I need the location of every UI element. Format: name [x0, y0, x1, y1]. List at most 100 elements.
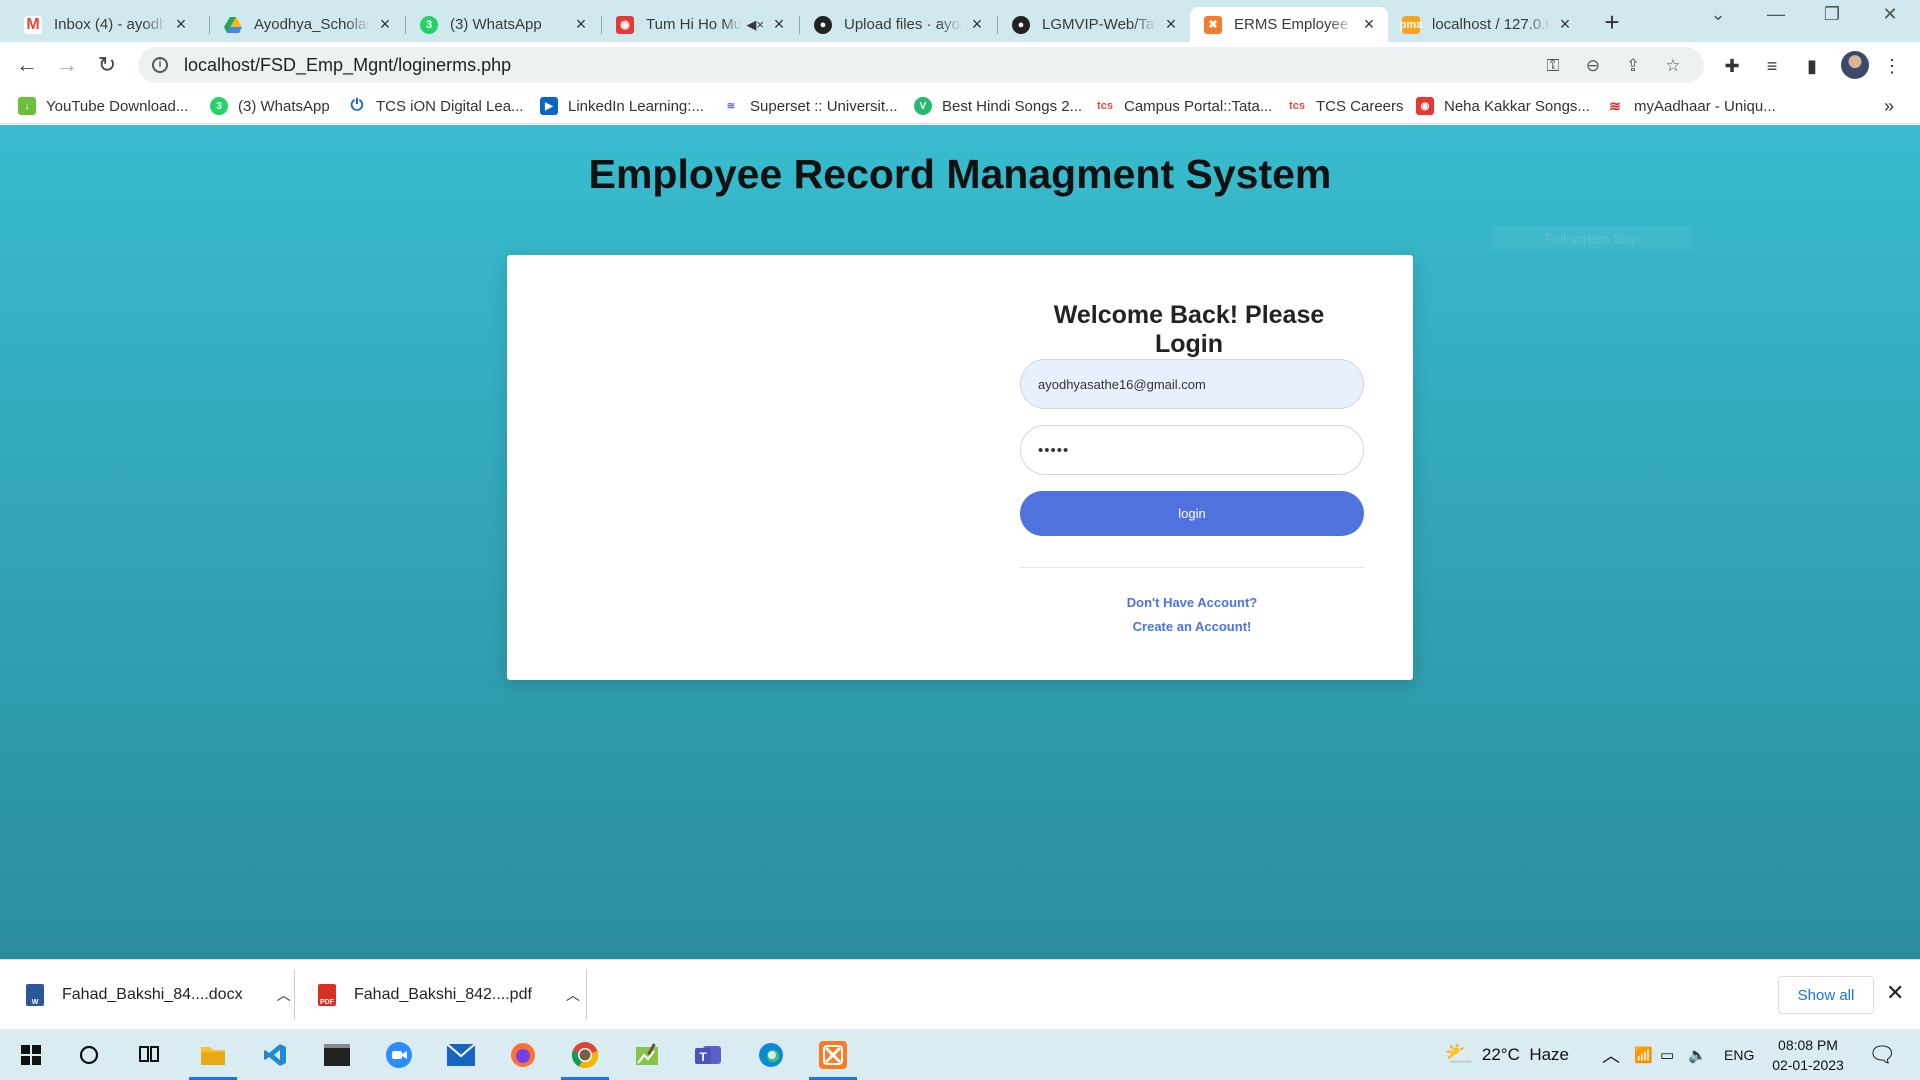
download-filename: Fahad_Bakshi_842....pdf: [354, 986, 532, 1003]
github-icon: ●: [1012, 15, 1030, 34]
tab-whatsapp[interactable]: 3 (3) WhatsApp ×: [406, 7, 600, 42]
downloads-bar: W Fahad_Bakshi_84....docx ︿ PDF Fahad_Ba…: [0, 959, 1920, 1029]
word-file-icon: W: [26, 984, 44, 1006]
bookmark-item[interactable]: ≋ myAadhaar - Uniqu...: [1606, 94, 1776, 118]
create-account-link[interactable]: Create an Account!: [1020, 619, 1364, 634]
close-icon[interactable]: ×: [1162, 14, 1180, 35]
edge-icon[interactable]: [754, 1038, 788, 1072]
tab-gmail[interactable]: M Inbox (4) - ayodhya ×: [10, 7, 200, 42]
firefox-icon[interactable]: [506, 1038, 540, 1072]
more-bookmarks-chevron-icon[interactable]: »: [1884, 96, 1894, 117]
whatsapp-icon: 3: [420, 15, 438, 34]
reload-icon[interactable]: ↻: [92, 50, 122, 80]
download-filename: Fahad_Bakshi_84....docx: [62, 986, 243, 1003]
download-item-pdf[interactable]: PDF Fahad_Bakshi_842....pdf ︿: [318, 960, 580, 1030]
chevron-up-icon[interactable]: ︿: [277, 985, 291, 1005]
close-icon[interactable]: ×: [968, 14, 986, 35]
weather-cloud-sun-icon: ⛅: [1444, 1041, 1474, 1068]
bookmark-item[interactable]: ↓ YouTube Download...: [18, 94, 188, 118]
share-icon[interactable]: ⇪: [1622, 55, 1644, 77]
wifi-icon[interactable]: 📶: [1634, 1029, 1653, 1080]
menu-kebab-icon[interactable]: ⋮: [1880, 54, 1904, 78]
window-close-button[interactable]: ✕: [1870, 4, 1910, 25]
bookmark-item[interactable]: tcs TCS Careers: [1288, 94, 1404, 118]
close-icon[interactable]: ×: [376, 14, 394, 35]
vi-icon: V: [914, 97, 932, 115]
bookmark-item[interactable]: tcs Campus Portal::Tata...: [1096, 94, 1272, 118]
clock-date: 02-01-2023: [1772, 1057, 1844, 1073]
paint-icon[interactable]: [630, 1038, 664, 1072]
task-view-icon[interactable]: [132, 1038, 166, 1072]
close-icon[interactable]: ×: [1556, 14, 1574, 35]
address-bar[interactable]: i localhost/FSD_Emp_Mgnt/loginerms.php ⚿…: [138, 47, 1704, 83]
media-queue-icon[interactable]: ≡: [1760, 54, 1784, 78]
close-icon[interactable]: ×: [172, 14, 190, 35]
pdf-file-icon: PDF: [318, 984, 336, 1006]
battery-icon[interactable]: ▭: [1660, 1029, 1674, 1080]
tab-github-task[interactable]: ● LGMVIP-Web/Task ×: [998, 7, 1190, 42]
extensions-puzzle-icon[interactable]: ✚: [1720, 54, 1744, 78]
login-card: Welcome Back! Please Login ayodhyasathe1…: [507, 255, 1413, 680]
clock-time: 08:08 PM: [1778, 1037, 1838, 1053]
password-field[interactable]: •••••: [1020, 425, 1364, 475]
tab-title: ERMS Employee Login: [1234, 16, 1354, 33]
download-item-docx[interactable]: W Fahad_Bakshi_84....docx ︿: [26, 960, 291, 1030]
snip-overlay-hint: Full-screen Snip: [1491, 226, 1693, 251]
tab-erms-active[interactable]: ✖ ERMS Employee Login ×: [1190, 7, 1388, 42]
language-indicator[interactable]: ENG: [1724, 1029, 1754, 1080]
show-hidden-icons-chevron[interactable]: ︿: [1602, 1029, 1620, 1080]
music-icon: ◉: [1416, 97, 1434, 115]
no-account-link[interactable]: Don't Have Account?: [1020, 595, 1364, 610]
xampp-icon[interactable]: [816, 1038, 850, 1072]
show-all-button[interactable]: Show all: [1778, 976, 1874, 1014]
site-info-icon[interactable]: i: [152, 57, 168, 73]
browser-toolbar: ← → ↻ i localhost/FSD_Emp_Mgnt/loginerms…: [0, 42, 1920, 88]
file-explorer-icon[interactable]: [196, 1038, 230, 1072]
notifications-icon[interactable]: 🗨: [1868, 1029, 1896, 1080]
bookmark-item[interactable]: ▶ LinkedIn Learning:...: [540, 94, 704, 118]
terminal-icon[interactable]: [320, 1038, 354, 1072]
search-icon[interactable]: [72, 1038, 106, 1072]
bookmark-item[interactable]: ≋ Superset :: Universit...: [722, 94, 898, 118]
tab-phpmyadmin[interactable]: pma localhost / 127.0.0.1 ×: [1388, 7, 1584, 42]
back-arrow-icon[interactable]: ←: [12, 50, 42, 80]
tab-search-chevron-icon[interactable]: ⌄: [1698, 4, 1738, 25]
mail-icon[interactable]: [444, 1038, 478, 1072]
teams-icon[interactable]: T: [692, 1038, 726, 1072]
url-text[interactable]: localhost/FSD_Emp_Mgnt/loginerms.php: [184, 55, 511, 76]
chevron-up-icon[interactable]: ︿: [566, 985, 580, 1005]
key-icon[interactable]: ⚿: [1542, 55, 1564, 77]
tab-title: Inbox (4) - ayodhya: [54, 16, 166, 33]
bookmark-item[interactable]: 3 (3) WhatsApp: [210, 94, 330, 118]
system-clock[interactable]: 08:08 PM 02-01-2023: [1768, 1035, 1848, 1075]
tab-drive[interactable]: Ayodhya_Scholarship ×: [210, 7, 404, 42]
email-field[interactable]: ayodhyasathe16@gmail.com: [1020, 359, 1364, 409]
bookmark-item[interactable]: ⏻ TCS iON Digital Lea...: [348, 94, 524, 118]
tab-github-upload[interactable]: ● Upload files · ayodhya ×: [800, 7, 996, 42]
zoom-icon[interactable]: ⊖: [1582, 55, 1604, 77]
bookmark-item[interactable]: V Best Hindi Songs 2...: [914, 94, 1082, 118]
close-icon[interactable]: ×: [1360, 14, 1378, 35]
profile-avatar[interactable]: [1841, 51, 1869, 79]
forward-arrow-icon[interactable]: →: [52, 50, 82, 80]
volume-icon[interactable]: 🔈: [1688, 1029, 1707, 1080]
close-icon[interactable]: ×: [572, 14, 590, 35]
minimize-button[interactable]: —: [1756, 4, 1796, 25]
weather-widget[interactable]: ⛅ 22°C Haze: [1444, 1029, 1569, 1080]
windows-start-icon[interactable]: [14, 1038, 48, 1072]
login-button[interactable]: login: [1020, 491, 1364, 536]
zoom-app-icon[interactable]: [382, 1038, 416, 1072]
chrome-icon[interactable]: [568, 1038, 602, 1072]
restore-button[interactable]: ❐: [1812, 4, 1852, 25]
side-panel-icon[interactable]: ▮: [1800, 54, 1824, 78]
bookmark-star-icon[interactable]: ☆: [1662, 55, 1684, 77]
new-tab-button[interactable]: +: [1598, 7, 1626, 38]
tab-title: Upload files · ayodhya: [844, 16, 962, 33]
close-icon[interactable]: ✕: [1886, 980, 1904, 1006]
tab-music[interactable]: ◉ Tum Hi Ho Music ◀× ×: [602, 7, 798, 42]
close-icon[interactable]: ×: [770, 14, 788, 35]
speaker-muted-icon[interactable]: ◀×: [746, 17, 764, 33]
aadhaar-icon: ≋: [1606, 97, 1624, 115]
vscode-icon[interactable]: [258, 1038, 292, 1072]
bookmark-item[interactable]: ◉ Neha Kakkar Songs...: [1416, 94, 1590, 118]
